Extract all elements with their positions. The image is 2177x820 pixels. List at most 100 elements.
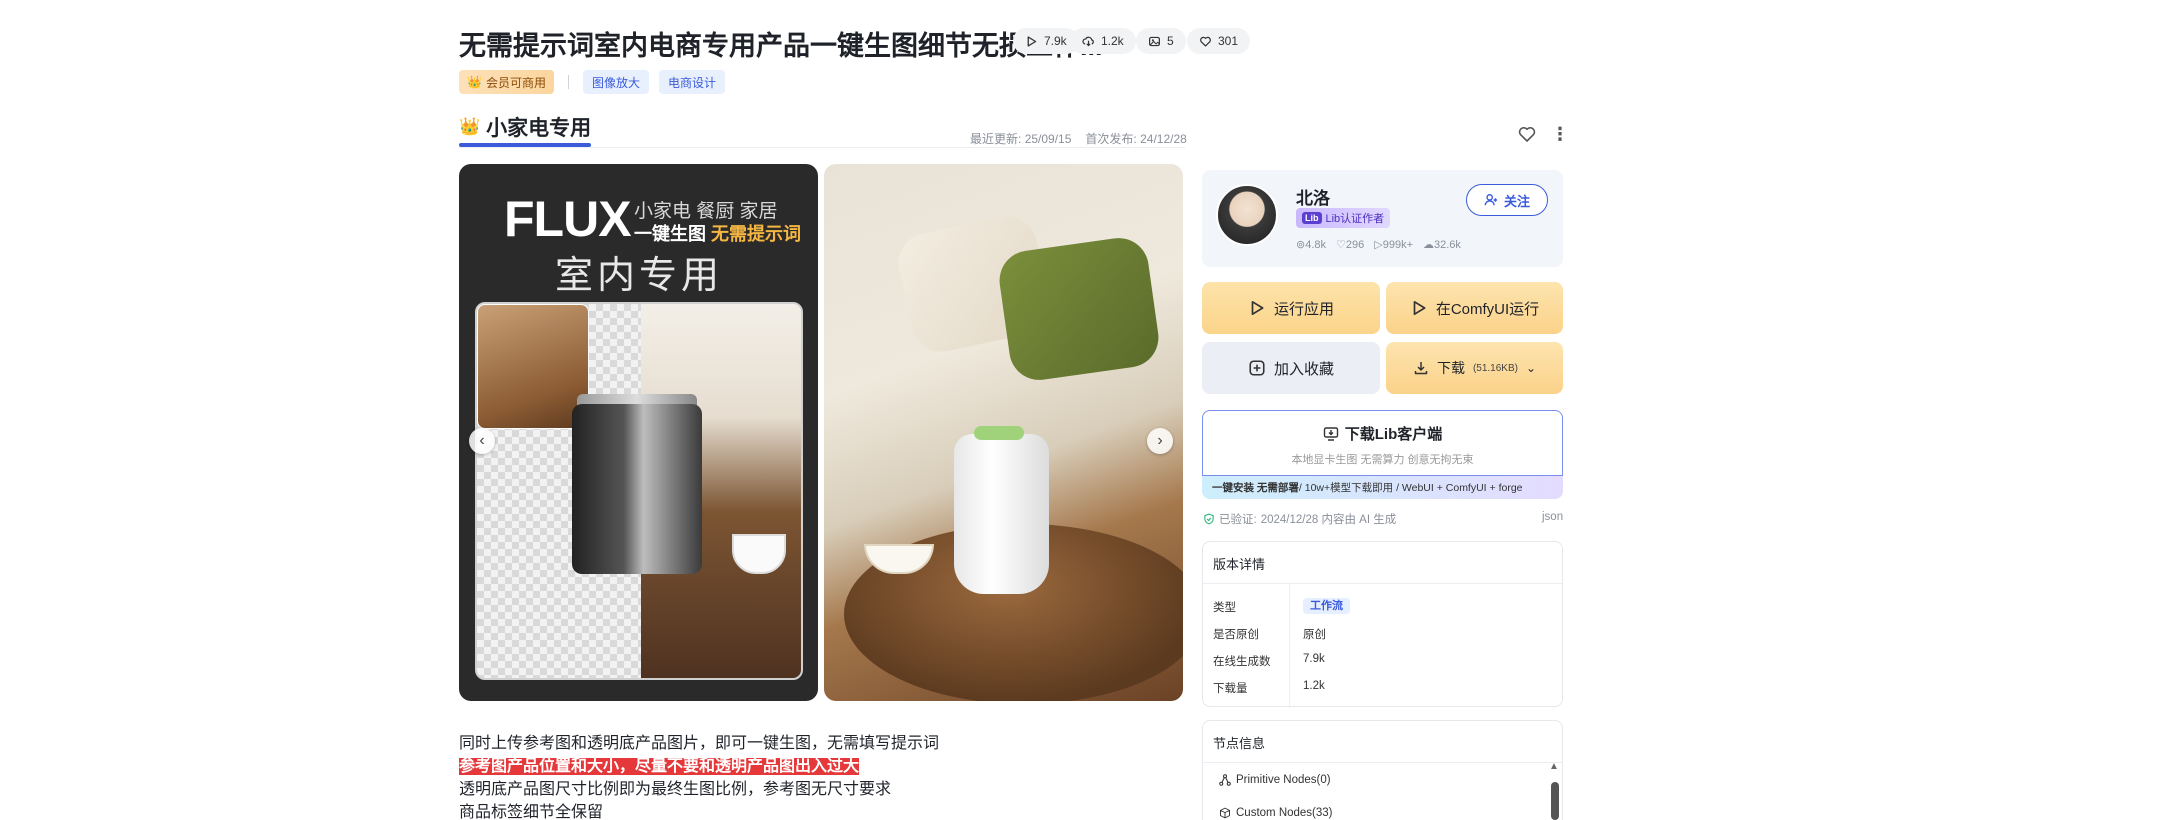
- verified-author-badge: Lib Lib认证作者: [1296, 208, 1391, 228]
- image-count-badge: 5: [1136, 28, 1186, 54]
- image-caption-indoor: 室内专用: [555, 255, 724, 297]
- download-label: 下载: [1436, 360, 1465, 376]
- kettle-lid: [974, 426, 1024, 440]
- heart-icon: [1200, 36, 1211, 47]
- chevron-right-icon: ›: [1157, 432, 1163, 449]
- crown-icon: 👑: [459, 117, 481, 136]
- version-title: 小家电专用: [486, 117, 592, 140]
- image-icon: [1149, 36, 1160, 46]
- follow-label: 关注: [1503, 193, 1530, 209]
- date-info: 最近更新: 25/09/15 首次发布: 24/12/28: [970, 130, 1187, 147]
- description-line: 透明底产品图尺寸比例即为最终生图比例，参考图无尺寸要求: [459, 781, 892, 798]
- run-in-comfyui-button[interactable]: 在ComfyUI运行: [1386, 282, 1563, 334]
- author-stat-runs: ▷999k+: [1374, 239, 1413, 251]
- play-icon: [1251, 300, 1264, 316]
- scroll-up-icon[interactable]: ▲: [1549, 761, 1559, 772]
- detail-key-downloads: 下载量: [1213, 683, 1248, 695]
- detail-value-type: 工作流: [1303, 596, 1350, 614]
- follow-button[interactable]: 关注: [1466, 184, 1548, 216]
- json-link[interactable]: json: [1542, 511, 1563, 523]
- client-feature-bar: 一键安装 无需部署 / 10w+模型下载即用 / WebUI + ComfyUI…: [1202, 476, 1563, 499]
- run-app-label: 运行应用: [1273, 300, 1334, 318]
- version-details-panel: 版本详情 类型 工作流 是否原创 原创 在线生成数 7.9k 下载量 1.2k: [1202, 541, 1563, 708]
- like-count: 301: [1218, 34, 1239, 48]
- crown-icon: 👑: [467, 75, 482, 89]
- download-client-box[interactable]: 下载Lib客户端 本地显卡生图 无需算力 创意无拘无束: [1202, 410, 1563, 476]
- detail-key-original: 是否原创: [1213, 629, 1259, 641]
- page-title: 无需提示词室内电商专用产品一键生图细节无损工作...: [459, 31, 1103, 61]
- lib-logo-icon: Lib: [1302, 212, 1322, 224]
- tag-divider: [567, 75, 569, 89]
- custom-nodes-item[interactable]: Custom Nodes(33): [1219, 807, 1333, 819]
- play-icon: [1027, 35, 1037, 47]
- updated-date: 最近更新: 25/09/15: [970, 132, 1072, 146]
- tag-image-upscale[interactable]: 图像放大: [582, 70, 649, 94]
- cloud-download-icon: [1082, 36, 1094, 46]
- description-line: 商品标签细节全保留: [459, 804, 604, 820]
- coffee-machine: [572, 404, 702, 574]
- author-stats: ⊚4.8k ♡296 ▷999k+ ☁32.6k: [1296, 238, 1461, 251]
- chevron-down-icon: ⌄: [1525, 361, 1537, 375]
- author-card: 北洛 Lib Lib认证作者 ⊚4.8k ♡296 ▷999k+ ☁32.6k …: [1202, 170, 1563, 267]
- kettle: [954, 434, 1049, 594]
- tag-row: 👑 会员可商用 图像放大 电商设计: [459, 70, 725, 94]
- description-line-highlight: 参考图产品位置和大小，尽量不要和透明产品图出入过大: [459, 758, 860, 775]
- version-tab[interactable]: 👑 小家电专用: [459, 112, 591, 142]
- detail-value-downloads: 1.2k: [1303, 680, 1325, 692]
- detail-key-online-runs: 在线生成数: [1213, 656, 1271, 668]
- add-user-icon: [1484, 194, 1498, 206]
- download-button[interactable]: 下载 (51.16KB) ⌄: [1386, 342, 1563, 394]
- scrollbar-thumb[interactable]: [1551, 782, 1559, 820]
- favorite-heart-icon[interactable]: [1517, 124, 1537, 144]
- primitive-nodes-item[interactable]: Primitive Nodes(0): [1219, 774, 1331, 786]
- more-options-icon[interactable]: ⋮: [1551, 124, 1569, 145]
- download-size: (51.16KB): [1472, 362, 1518, 374]
- node-info-panel: 节点信息 Primitive Nodes(0) Custom Nodes(33): [1202, 720, 1563, 820]
- like-count-badge: 301: [1187, 28, 1251, 54]
- run-in-comfyui-label: 在ComfyUI运行: [1435, 300, 1540, 318]
- download-count-badge: 1.2k: [1070, 28, 1136, 54]
- image-caption-categories: 小家电 餐厨 家居: [634, 201, 778, 222]
- commercial-use-tag[interactable]: 👑 会员可商用: [459, 70, 554, 94]
- product-composite: [475, 302, 803, 680]
- run-count: 7.9k: [1044, 34, 1067, 48]
- gallery-prev-button[interactable]: ‹: [469, 428, 495, 454]
- ai-verification-note: 已验证: 2024/12/28 内容由 AI 生成: [1203, 511, 1396, 527]
- image-caption-oneclick: 一键生图 无需提示词: [634, 224, 802, 244]
- author-stat-likes: ♡296: [1336, 239, 1365, 251]
- plus-square-icon: [1249, 360, 1265, 376]
- detail-value-online-runs: 7.9k: [1303, 653, 1325, 665]
- gallery-image-1[interactable]: FLUX 小家电 餐厨 家居 一键生图 无需提示词 室内专用 ‹: [459, 164, 818, 701]
- green-cushion: [995, 234, 1163, 384]
- published-date: 首次发布: 24/12/28: [1085, 132, 1187, 146]
- monitor-download-icon: [1323, 426, 1338, 441]
- verified-author-label: Lib认证作者: [1325, 213, 1385, 225]
- chevron-left-icon: ‹: [479, 432, 485, 449]
- run-app-button[interactable]: 运行应用: [1202, 282, 1380, 334]
- author-stat-downloads: ☁32.6k: [1423, 239, 1461, 251]
- gallery-next-button[interactable]: ›: [1147, 428, 1173, 454]
- download-client-subtitle: 本地显卡生图 无需算力 创意无拘无束: [1291, 454, 1474, 466]
- image-count: 5: [1167, 34, 1174, 48]
- run-count-badge: 7.9k: [1013, 28, 1079, 54]
- flux-logo: FLUX: [504, 191, 632, 247]
- tag-ecommerce-design[interactable]: 电商设计: [658, 70, 725, 94]
- version-details-title: 版本详情: [1203, 542, 1562, 584]
- commercial-use-label: 会员可商用: [485, 75, 546, 90]
- cube-icon: [1220, 807, 1230, 819]
- active-tab-indicator: [459, 143, 591, 147]
- node-graph-icon: [1219, 774, 1231, 786]
- gallery-image-2[interactable]: ›: [824, 164, 1183, 701]
- version-details-divider: [1289, 584, 1290, 708]
- description-line: 同时上传参考图和透明底产品图片，即可一键生图，无需填写提示词: [459, 735, 940, 752]
- add-to-favorites-button[interactable]: 加入收藏: [1202, 342, 1380, 394]
- play-icon: [1413, 300, 1426, 316]
- download-icon: [1414, 362, 1428, 375]
- client-feature-rest: / 10w+模型下载即用 / WebUI + ComfyUI + forge: [1298, 482, 1523, 494]
- author-stat-fans: ⊚4.8k: [1296, 239, 1327, 251]
- avatar[interactable]: [1216, 184, 1278, 246]
- add-to-favorites-label: 加入收藏: [1273, 360, 1334, 378]
- node-info-title: 节点信息: [1203, 721, 1562, 763]
- author-name[interactable]: 北洛: [1296, 184, 1330, 209]
- client-feature-bold: 一键安装 无需部署: [1212, 482, 1299, 494]
